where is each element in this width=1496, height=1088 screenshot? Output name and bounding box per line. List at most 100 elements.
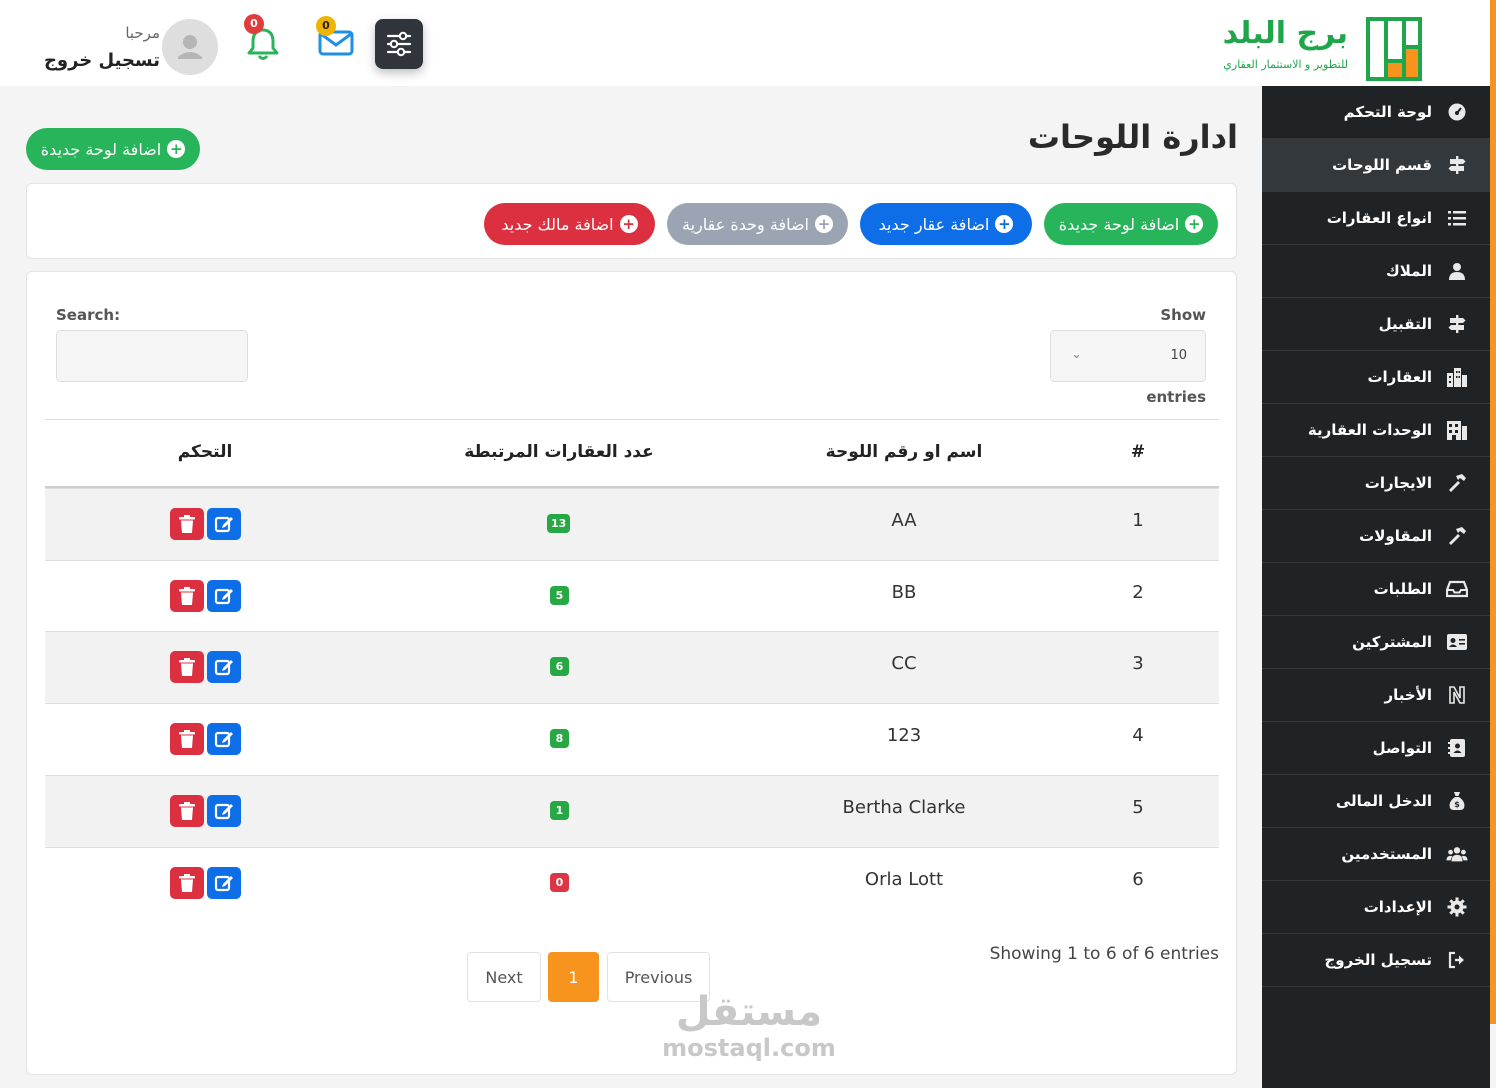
avatar[interactable] [162, 19, 218, 75]
edit-icon [214, 514, 234, 534]
sidebar-item[interactable]: تسجيل الخروج [1262, 934, 1490, 987]
sidebar-item[interactable]: انواع العقارات [1262, 192, 1490, 245]
edit-button[interactable] [207, 866, 241, 899]
sidebar-item[interactable]: العقارات [1262, 351, 1490, 404]
delete-button[interactable] [170, 508, 204, 540]
delete-button[interactable] [170, 794, 204, 827]
sidebar-item[interactable]: الايجارات [1262, 457, 1490, 510]
add-unit-button[interactable]: + اضافة وحدة عقارية [667, 203, 848, 245]
page-size-value: 10 [1170, 348, 1187, 363]
sidebar-item-label: الوحدات العقارية [1307, 421, 1432, 439]
id-card-icon [1446, 631, 1468, 653]
sidebar-item[interactable]: الملاك [1262, 245, 1490, 298]
entries-label: entries [1146, 388, 1206, 406]
row-property-count: 6 [550, 657, 569, 677]
welcome-text: مرحبا [125, 24, 160, 42]
chevron-down-icon: ⌄ [1071, 347, 1082, 362]
row-property-count: 5 [550, 585, 569, 605]
sidebar-item-label: المشتركين [1352, 633, 1432, 651]
logo-mark-icon [1366, 17, 1422, 81]
row-board-name: Orla Lott [864, 868, 944, 890]
delete-button[interactable] [170, 866, 204, 899]
sidebar-item[interactable]: المستخدمين [1262, 828, 1490, 881]
table-row: 3 CC 6 [45, 631, 1219, 704]
sidebar-item-label: لوحة التحكم [1343, 103, 1432, 121]
accent-edge [1490, 0, 1496, 1024]
trash-icon [178, 657, 196, 677]
gear-icon [1446, 896, 1468, 918]
row-index: 3 [1132, 653, 1144, 675]
notification-count-badge: 0 [244, 14, 264, 34]
row-property-count: 1 [550, 800, 569, 820]
edit-button[interactable] [207, 579, 241, 612]
pagination-info: Showing 1 to 6 of 6 entries [989, 944, 1219, 964]
sidebar-item-label: قسم اللوحات [1332, 156, 1432, 174]
signpost-icon [1446, 313, 1468, 335]
row-index: 1 [1132, 510, 1144, 531]
edit-button[interactable] [207, 723, 241, 756]
row-index: 5 [1132, 796, 1144, 818]
add-owner-label: اضافة مالك جديد [501, 214, 614, 234]
settings-sliders-button[interactable] [375, 19, 423, 69]
table-top-divider [45, 419, 1219, 420]
sidebar-item[interactable]: التقبيل [1262, 298, 1490, 351]
sidebar-item[interactable]: المشتركين [1262, 616, 1490, 669]
delete-button[interactable] [170, 579, 204, 612]
sidebar-item[interactable]: الوحدات العقارية [1262, 404, 1490, 457]
signpost-icon [1446, 154, 1468, 176]
row-board-name: CC [891, 653, 917, 675]
row-board-name: 123 [886, 725, 922, 747]
row-board-name: Bertha Clarke [842, 796, 966, 818]
hammer-icon [1446, 525, 1468, 547]
sidebar-item-label: الدخل المالى [1335, 792, 1432, 810]
sidebar-item[interactable]: قسم اللوحات [1262, 139, 1490, 192]
money-bag-icon: $ [1446, 790, 1468, 812]
sidebar-item[interactable]: الإعدادات [1262, 881, 1490, 934]
table-row: 5 Bertha Clarke 1 [45, 774, 1219, 847]
edit-button[interactable] [207, 508, 241, 540]
sidebar-item[interactable]: الأخبار [1262, 669, 1490, 722]
trash-icon [178, 873, 196, 893]
pagination-next[interactable]: Next [467, 952, 541, 1002]
sidebar: لوحة التحكم قسم اللوحات انواع العقارات المل… [1262, 86, 1490, 1088]
column-header-count: عدد العقارات المرتبطة [464, 442, 654, 462]
user-tie-icon [1446, 260, 1468, 282]
row-property-count: 0 [550, 872, 569, 892]
search-input[interactable] [56, 330, 248, 382]
inbox-icon [1446, 578, 1468, 600]
add-board-button[interactable]: + اضافة لوحة جديدة [26, 128, 200, 170]
pagination-page-1[interactable]: 1 [548, 952, 599, 1002]
dashboard-icon [1446, 101, 1468, 123]
delete-button[interactable] [170, 651, 204, 684]
sidebar-item[interactable]: لوحة التحكم [1262, 86, 1490, 139]
building-icon [1446, 419, 1468, 441]
watermark-latin: mostaql.com [662, 1034, 836, 1062]
edit-button[interactable] [207, 794, 241, 827]
sidebar-item-label: التقبيل [1378, 315, 1432, 333]
sidebar-item-label: الطلبات [1373, 580, 1432, 598]
delete-button[interactable] [170, 723, 204, 756]
add-owner-button[interactable]: + اضافة مالك جديد [484, 203, 655, 245]
edit-icon [214, 729, 234, 749]
sidebar-item[interactable]: المقاولات [1262, 510, 1490, 563]
brand-logo[interactable]: برج البلد للتطوير و الاستثمار العقاري [1223, 8, 1460, 81]
quick-add-board-button[interactable]: + اضافة لوحة جديدة [1044, 203, 1218, 245]
plus-circle-icon: + [619, 215, 638, 233]
edit-button[interactable] [207, 651, 241, 684]
header-logout-link[interactable]: تسجيل خروج [40, 50, 160, 71]
add-property-button[interactable]: + اضافة عقار جديد [860, 203, 1032, 245]
add-unit-label: اضافة وحدة عقارية [682, 214, 809, 234]
sidebar-item-label: الايجارات [1364, 474, 1432, 492]
row-index: 2 [1132, 581, 1144, 603]
top-bar: برج البلد للتطوير و الاستثمار العقاري 0 … [0, 0, 1496, 86]
sidebar-item[interactable]: التواصل [1262, 722, 1490, 775]
show-label: Show [1160, 306, 1206, 324]
sidebar-item[interactable]: الدخل المالى $ [1262, 775, 1490, 828]
sidebar-item-label: التواصل [1372, 739, 1432, 757]
row-board-name: AA [891, 510, 917, 531]
plus-circle-icon: + [1185, 215, 1204, 233]
edit-icon [214, 801, 234, 821]
sidebar-item[interactable]: الطلبات [1262, 563, 1490, 616]
page-size-select[interactable]: ⌄ 10 [1050, 330, 1206, 382]
column-header-index: # [1130, 442, 1146, 462]
